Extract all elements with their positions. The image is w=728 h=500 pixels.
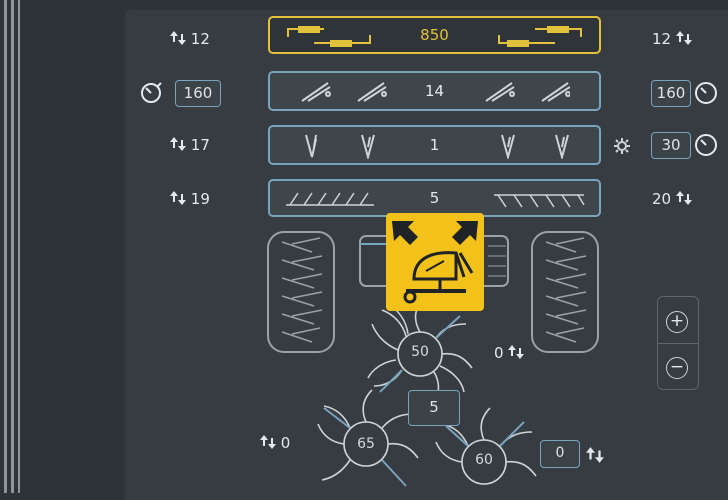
pressure-center-value: 14 <box>424 82 445 100</box>
up-down-arrows-icon <box>586 447 604 463</box>
tines-left-readout: 17 <box>170 136 210 154</box>
up-down-arrows-icon <box>675 191 692 205</box>
left-rotor-value: 65 <box>357 436 375 452</box>
rollers-right-readout: 20 <box>652 190 692 208</box>
up-down-arrows-icon <box>170 31 186 45</box>
center-rotor-readout-value: 0 <box>494 344 504 362</box>
pressure-left-box[interactable]: 160 <box>175 80 221 107</box>
drawbar-left-readout: 12 <box>170 30 210 48</box>
gauge-icon <box>695 134 717 156</box>
tines-bar[interactable]: 1 <box>268 125 601 165</box>
rollers-left-value: 19 <box>190 190 210 208</box>
settings-gear-icon <box>614 138 630 154</box>
zoom-out-icon[interactable]: − <box>666 357 688 379</box>
left-rotor-readout-value: 0 <box>280 434 291 452</box>
rollers-left-readout: 19 <box>170 190 210 208</box>
up-down-arrows-icon <box>170 137 186 151</box>
left-tire-icon <box>267 231 335 353</box>
drawbar-right-value: 12 <box>652 30 672 48</box>
left-edge-bar-2 <box>11 0 14 493</box>
right-rotor-box[interactable]: 0 <box>540 440 580 468</box>
tines-right-box[interactable]: 30 <box>651 132 691 159</box>
middle-value-box[interactable]: 5 <box>408 390 460 426</box>
gauge-icon <box>695 82 717 104</box>
rollers-bar[interactable]: 5 <box>268 179 601 217</box>
pressure-bar[interactable]: 14 <box>268 71 601 111</box>
zoom-in-icon[interactable]: + <box>666 311 688 333</box>
zoom-divider <box>658 343 698 344</box>
center-rotor-value: 50 <box>411 344 429 360</box>
left-rotor-readout: 0 <box>260 434 290 452</box>
right-tire-icon <box>531 231 599 353</box>
rake-warning-graphic <box>392 221 478 304</box>
up-down-arrows-icon <box>170 191 186 205</box>
up-down-arrows-icon <box>260 435 276 449</box>
zoom-control: + − <box>657 296 699 390</box>
rollers-right-value: 20 <box>652 190 672 208</box>
rake-warning-icon[interactable] <box>386 213 484 311</box>
left-edge-bar-3 <box>18 0 20 493</box>
drawbar-bar[interactable]: 850 <box>268 16 601 54</box>
left-edge-bar <box>4 0 7 493</box>
tines-left-value: 17 <box>190 136 210 154</box>
gauge-icon <box>141 82 162 103</box>
tines-center-value: 1 <box>429 136 440 154</box>
drawbar-left-value: 12 <box>190 30 210 48</box>
center-rotor-readout: 0 <box>494 344 525 362</box>
pressure-right-box[interactable]: 160 <box>651 80 691 107</box>
rollers-center-value: 5 <box>429 189 440 207</box>
up-down-arrows-icon <box>508 345 525 359</box>
right-rotor-value: 60 <box>475 452 493 468</box>
drawbar-center-value: 850 <box>420 26 449 44</box>
drawbar-right-readout: 12 <box>652 30 692 48</box>
up-down-arrows-icon <box>675 31 692 45</box>
